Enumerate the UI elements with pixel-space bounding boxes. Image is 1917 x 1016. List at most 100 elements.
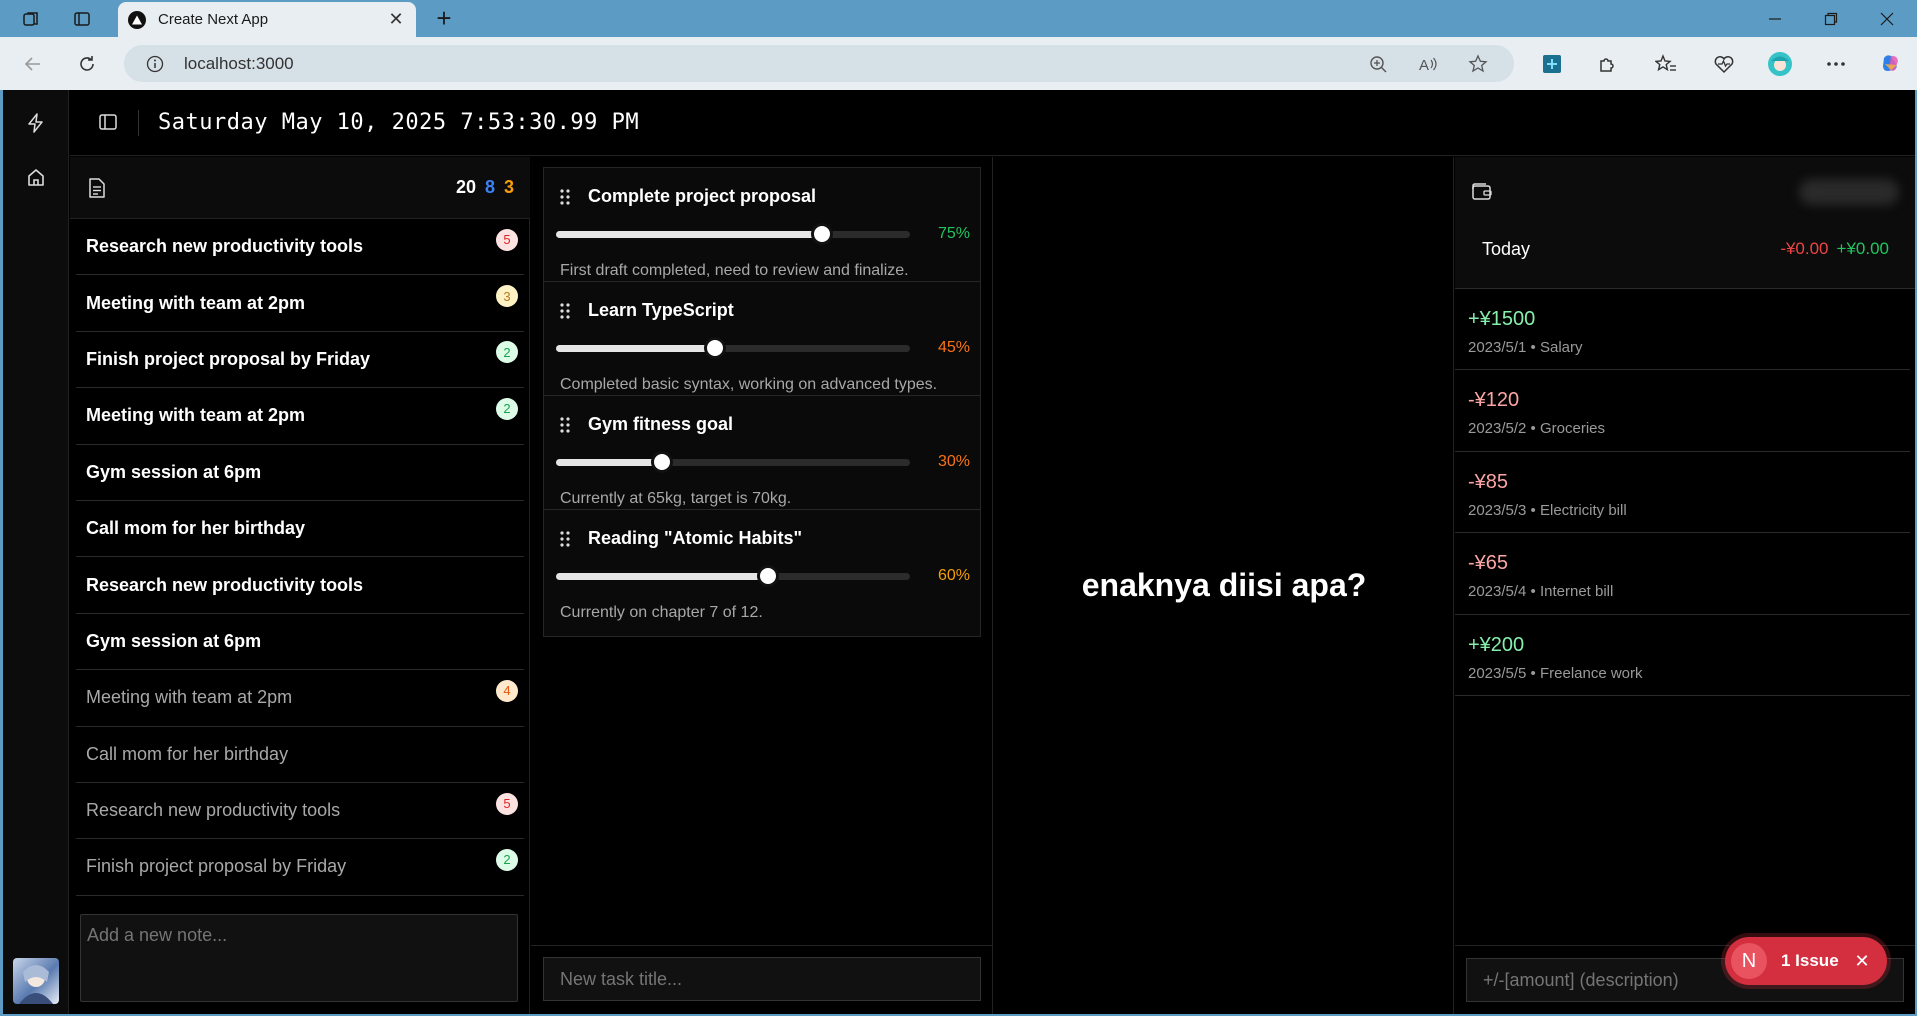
address-bar[interactable]: localhost:3000 A xyxy=(124,45,1514,82)
note-item[interactable]: Research new productivity tools xyxy=(76,557,524,614)
close-issue-icon[interactable]: ✕ xyxy=(1851,951,1873,972)
header-divider xyxy=(138,110,139,136)
note-text: Meeting with team at 2pm xyxy=(86,405,306,426)
goals-divider xyxy=(531,945,993,946)
transaction-amount: -¥65 xyxy=(1468,552,1509,575)
transaction-item[interactable]: -¥65 2023/5/4 • Internet bill xyxy=(1455,533,1910,615)
tab-close-icon[interactable]: ✕ xyxy=(386,9,406,30)
url-text: localhost:3000 xyxy=(184,53,294,73)
transaction-amount: -¥120 xyxy=(1468,389,1520,412)
transaction-meta: 2023/5/5 • Freelance work xyxy=(1468,664,1643,682)
finance-panel: Today -¥0.00 +¥0.00 +¥1500 2023/5/1 • Sal… xyxy=(1455,157,1915,1014)
goal-progress-fill xyxy=(556,231,822,238)
goal-description: First draft completed, need to review an… xyxy=(560,262,909,279)
goal-progress-slider[interactable] xyxy=(556,337,910,359)
transaction-item[interactable]: -¥120 2023/5/2 • Groceries xyxy=(1455,370,1910,452)
goal-card: Gym fitness goal 30% Currently at 65kg, ta… xyxy=(543,395,981,523)
nextjs-logo-icon: N xyxy=(1731,943,1767,979)
drag-handle-icon[interactable] xyxy=(559,416,571,434)
app-left-sidebar xyxy=(3,90,69,1014)
transaction-meta: 2023/5/4 • Internet bill xyxy=(1468,583,1614,601)
note-text: Gym session at 6pm xyxy=(86,630,262,651)
note-item[interactable]: Research new productivity tools 5 xyxy=(76,219,524,276)
note-priority-badge: 5 xyxy=(496,228,518,251)
goal-progress-slider[interactable] xyxy=(556,223,910,245)
drag-handle-icon[interactable] xyxy=(559,188,571,206)
copilot-icon[interactable] xyxy=(1877,50,1905,78)
note-counts: 20 8 3 xyxy=(456,177,514,198)
workspaces-icon[interactable] xyxy=(18,6,44,32)
goal-card: Complete project proposal 75% First draft … xyxy=(543,167,981,295)
goal-slider-thumb[interactable] xyxy=(651,451,674,473)
new-task-input[interactable] xyxy=(543,957,981,1001)
note-text: Research new productivity tools xyxy=(86,236,364,257)
goal-progress-fill xyxy=(556,459,663,466)
goal-title: Reading "Atomic Habits" xyxy=(588,528,803,548)
reload-icon[interactable] xyxy=(73,50,101,78)
close-window-button[interactable] xyxy=(1859,0,1915,37)
goal-description: Completed basic syntax, working on advan… xyxy=(560,376,938,393)
note-item[interactable]: Call mom for her birthday xyxy=(76,727,524,783)
note-item[interactable]: Finish project proposal by Friday 2 xyxy=(76,839,524,896)
note-item[interactable]: Finish project proposal by Friday 2 xyxy=(76,332,524,389)
note-item[interactable]: Meeting with team at 2pm 3 xyxy=(76,275,524,332)
favorite-star-icon[interactable] xyxy=(1464,50,1492,78)
profile-avatar-icon[interactable] xyxy=(1766,50,1794,78)
today-expense: -¥0.00 xyxy=(1780,239,1829,258)
note-priority-badge: 5 xyxy=(496,792,518,815)
note-item[interactable]: Research new productivity tools 5 xyxy=(76,783,524,840)
site-info-icon[interactable] xyxy=(144,53,166,75)
restore-button[interactable] xyxy=(1803,0,1859,37)
transaction-item[interactable]: -¥85 2023/5/3 • Electricity bill xyxy=(1455,452,1910,534)
note-item[interactable]: Gym session at 6pm xyxy=(76,614,524,671)
note-item[interactable]: Meeting with team at 2pm 4 xyxy=(76,670,524,727)
note-item[interactable]: Call mom for her birthday xyxy=(76,501,524,558)
home-icon[interactable] xyxy=(23,164,49,190)
note-priority-badge: 2 xyxy=(496,848,518,871)
lightning-icon[interactable] xyxy=(23,110,49,136)
note-text: Meeting with team at 2pm xyxy=(86,292,306,313)
placeholder-panel: enaknya diisi apa? xyxy=(994,157,1454,1014)
note-text: Finish project proposal by Friday xyxy=(86,348,371,369)
sidebar-toggle-icon[interactable] xyxy=(96,110,120,134)
goal-description: Currently on chapter 7 of 12. xyxy=(560,604,763,621)
read-aloud-icon[interactable]: A xyxy=(1414,50,1442,78)
goal-description: Currently at 65kg, target is 70kg. xyxy=(560,490,792,507)
tab-title: Create Next App xyxy=(158,11,269,28)
nextjs-issue-badge[interactable]: N 1 Issue ✕ xyxy=(1725,937,1887,985)
note-text: Finish project proposal by Friday xyxy=(86,856,347,877)
goal-slider-thumb[interactable] xyxy=(810,223,833,245)
browser-tab-active[interactable]: Create Next App ✕ xyxy=(118,2,416,37)
transaction-amount: +¥1500 xyxy=(1468,308,1536,330)
performance-heart-icon[interactable] xyxy=(1710,50,1738,78)
more-menu-icon[interactable] xyxy=(1822,50,1850,78)
drag-handle-icon[interactable] xyxy=(559,530,571,548)
minimize-button[interactable] xyxy=(1747,0,1803,37)
goal-percent: 45% xyxy=(937,339,970,356)
goal-progress-slider[interactable] xyxy=(556,565,910,587)
transaction-item[interactable]: +¥1500 2023/5/1 • Salary xyxy=(1455,289,1910,371)
extensions-icon[interactable] xyxy=(1593,50,1621,78)
drag-handle-icon[interactable] xyxy=(559,302,571,320)
transaction-amount: +¥200 xyxy=(1468,633,1525,656)
note-list: Research new productivity tools 5 Meeting … xyxy=(76,219,524,896)
datetime-clock: Saturday May 10, 2025 7:53:30.99 PM xyxy=(158,110,640,135)
goal-slider-thumb[interactable] xyxy=(757,565,780,587)
note-text: Gym session at 6pm xyxy=(86,461,262,482)
notes-header: 20 8 3 xyxy=(70,157,530,219)
goal-progress-slider[interactable] xyxy=(556,451,910,473)
favorites-icon[interactable] xyxy=(1652,50,1680,78)
goal-slider-thumb[interactable] xyxy=(704,337,727,359)
transaction-item[interactable]: +¥200 2023/5/5 • Freelance work xyxy=(1455,615,1910,696)
add-note-input[interactable] xyxy=(80,914,518,1002)
note-item[interactable]: Meeting with team at 2pm 2 xyxy=(76,388,524,445)
tab-actions-icon[interactable] xyxy=(69,6,95,32)
transaction-meta: 2023/5/3 • Electricity bill xyxy=(1468,501,1627,519)
back-icon[interactable] xyxy=(19,50,47,78)
extension-app-icon[interactable] xyxy=(1538,50,1566,78)
zoom-icon[interactable] xyxy=(1364,50,1392,78)
new-tab-button[interactable]: + xyxy=(430,3,458,33)
user-avatar[interactable] xyxy=(13,958,59,1004)
goal-percent: 30% xyxy=(937,453,970,470)
note-item[interactable]: Gym session at 6pm xyxy=(76,445,524,501)
